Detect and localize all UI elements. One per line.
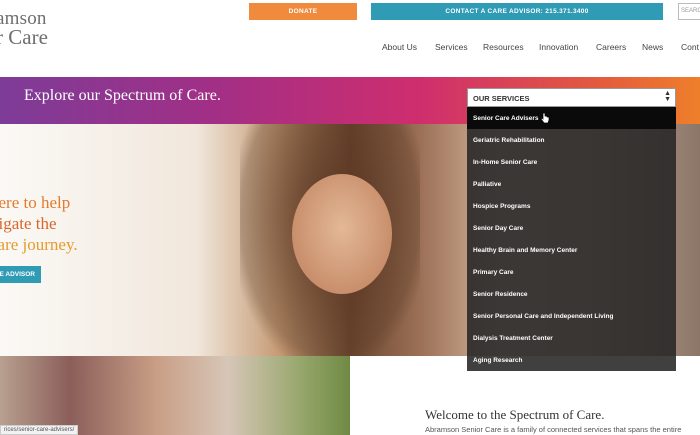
dropdown-option[interactable]: Senior Residence — [467, 283, 676, 305]
nav-innovation[interactable]: Innovation — [539, 42, 578, 52]
contact-advisor-button[interactable]: CONTACT A CARE ADVISOR: 215.371.3400 — [371, 3, 663, 20]
dropdown-option[interactable]: Aging Research — [467, 349, 676, 371]
hero-line-3: care journey. — [0, 235, 78, 254]
nav-careers[interactable]: Careers — [596, 42, 626, 52]
dropdown-option[interactable]: Senior Personal Care and Independent Liv… — [467, 305, 676, 327]
hero-headline: here to help vigate the care journey. — [0, 192, 78, 255]
welcome-title: Welcome to the Spectrum of Care. — [425, 407, 605, 422]
nav-cont[interactable]: Cont — [681, 42, 699, 52]
dropdown-option[interactable]: Healthy Brain and Memory Center — [467, 239, 676, 261]
hero-photo-face — [292, 174, 392, 294]
nav-services[interactable]: Services — [435, 42, 468, 52]
services-select-label: OUR SERVICES — [473, 94, 530, 103]
dropdown-option[interactable]: In-Home Senior Care — [467, 151, 676, 173]
search-input[interactable]: SEARCH — [678, 3, 700, 20]
hero-line-1: here to help — [0, 193, 71, 212]
hero-line-2: vigate the — [0, 214, 57, 233]
dropdown-option[interactable]: Primary Care — [467, 261, 676, 283]
dropdown-option[interactable]: Senior Day Care — [467, 217, 676, 239]
hand-cursor-icon — [540, 112, 550, 124]
dropdown-option[interactable]: Senior Care Advisers — [467, 107, 676, 129]
nav-resources[interactable]: Resources — [483, 42, 524, 52]
hero-advisor-button[interactable]: E ADVISOR — [0, 266, 41, 283]
nav-about-us[interactable]: About Us — [382, 42, 417, 52]
care-photo — [0, 356, 350, 435]
dropdown-option[interactable]: Geriatric Rehabilitation — [467, 129, 676, 151]
select-arrows-icon: ▲ ▼ — [664, 90, 671, 103]
dropdown-option[interactable]: Palliative — [467, 173, 676, 195]
banner-title: Explore our Spectrum of Care. — [24, 87, 221, 104]
dropdown-option[interactable]: Hospice Programs — [467, 195, 676, 217]
nav-news[interactable]: News — [642, 42, 663, 52]
main-nav: About Us Services Resources Innovation Caree… — [0, 42, 700, 54]
donate-button[interactable]: DONATE — [249, 3, 357, 20]
services-dropdown: Senior Care Advisers Geriatric Rehabilita… — [467, 107, 676, 371]
welcome-subtitle: Abramson Senior Care is a family of conn… — [425, 425, 682, 434]
dropdown-option[interactable]: Dialysis Treatment Center — [467, 327, 676, 349]
status-bar-url: rices/senior-care-advisers/ — [0, 425, 79, 435]
services-select[interactable]: OUR SERVICES ▲ ▼ — [467, 88, 676, 107]
